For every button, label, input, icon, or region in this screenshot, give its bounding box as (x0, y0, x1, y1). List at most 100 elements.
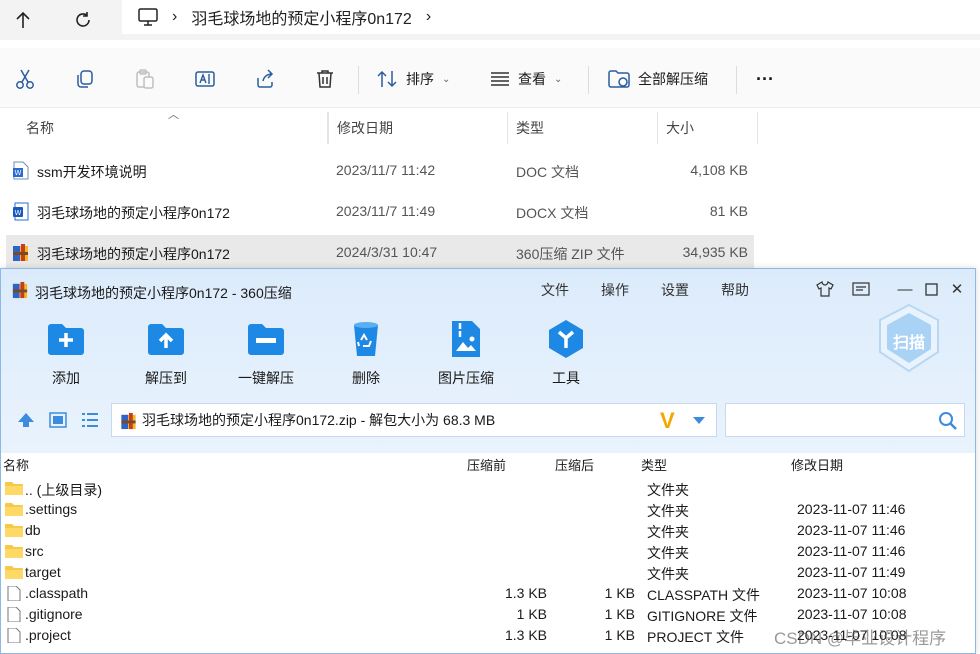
file-date: 2024/3/31 10:47 (336, 244, 438, 260)
tools-button[interactable]: 工具 (521, 319, 611, 389)
file-row[interactable]: W 羽毛球场地的预定小程序0n172 2023/11/7 11:49 DOCX … (6, 194, 754, 228)
add-button[interactable]: 添加 (21, 319, 111, 389)
view-icon (491, 72, 509, 86)
archive-row[interactable]: db 文件夹 2023-11-07 11:46 (1, 520, 975, 541)
zip-column-before[interactable]: 压缩前 (467, 455, 506, 474)
up-level-icon[interactable] (17, 412, 35, 431)
archive-row[interactable]: target 文件夹 2023-11-07 11:49 (1, 562, 975, 583)
column-header-date[interactable]: 修改日期 (328, 112, 508, 144)
chevron-right-icon[interactable]: › (172, 8, 177, 26)
scan-button[interactable]: 扫描 (877, 303, 941, 373)
v-brand-icon[interactable]: V (660, 408, 675, 434)
column-header-size[interactable]: 大小 (658, 112, 758, 144)
entry-type: 文件夹 (647, 545, 689, 561)
recycle-bin-icon (354, 322, 378, 356)
toolbar-divider (358, 66, 359, 94)
entry-size-before: 1.3 KB (504, 627, 547, 643)
chevron-right-icon[interactable]: › (426, 8, 431, 26)
entry-size-before: 1 KB (516, 606, 547, 622)
extract-all-button[interactable]: 全部解压缩 (608, 62, 708, 96)
rename-icon[interactable] (188, 62, 222, 96)
entry-name: .classpath (25, 585, 89, 601)
zip-archive-icon (121, 412, 136, 430)
entry-name: .project (25, 627, 71, 643)
breadcrumb-folder[interactable]: 羽毛球场地的预定小程序0n172 (191, 5, 412, 29)
extract-to-label: 解压到 (145, 370, 187, 386)
image-compress-button[interactable]: 图片压缩 (421, 319, 511, 389)
menu-operation[interactable]: 操作 (601, 280, 629, 300)
skin-icon[interactable] (813, 277, 837, 301)
zip-column-date[interactable]: 修改日期 (791, 455, 843, 474)
entry-name: db (25, 522, 41, 538)
view-button[interactable]: 查看 ⌄ (490, 62, 562, 96)
maximize-icon[interactable] (919, 277, 943, 301)
delete-button[interactable]: 删除 (321, 319, 411, 389)
one-click-extract-button[interactable]: 一键解压 (221, 319, 311, 389)
zip-archive-window: 羽毛球场地的预定小程序0n172 - 360压缩 文件 操作 设置 帮助 — ✕… (0, 268, 976, 654)
file-icon (7, 586, 21, 601)
this-pc-icon[interactable] (138, 8, 158, 26)
column-header-type[interactable]: 类型 (508, 112, 658, 144)
one-click-extract-icon (248, 324, 284, 355)
entry-type: 文件夹 (647, 524, 689, 540)
search-icon[interactable] (938, 411, 958, 431)
archive-row[interactable]: .gitignore 1 KB 1 KB GITIGNORE 文件 2023-1… (1, 604, 975, 625)
archive-row[interactable]: .classpath 1.3 KB 1 KB CLASSPATH 文件 2023… (1, 583, 975, 604)
image-compress-icon (452, 321, 480, 357)
sort-label: 排序 (406, 71, 434, 87)
column-header-name[interactable]: 名称 (18, 112, 328, 144)
message-icon[interactable] (849, 277, 873, 301)
list-view-icon[interactable] (81, 412, 99, 431)
file-icon (7, 607, 21, 622)
entry-date: 2023-11-07 10:08 (797, 606, 907, 622)
entry-size-after: 1 KB (604, 606, 635, 622)
more-options-button[interactable]: ··· (756, 62, 774, 96)
minimize-icon[interactable]: — (893, 277, 917, 301)
entry-size-after: 1 KB (604, 585, 635, 601)
entry-type: CLASSPATH 文件 (647, 587, 761, 603)
file-type: 360压缩 ZIP 文件 (516, 246, 625, 262)
entry-name: .. (上级目录) (25, 482, 102, 498)
close-icon[interactable]: ✕ (945, 277, 969, 301)
file-row-selected[interactable]: 羽毛球场地的预定小程序0n172 2024/3/31 10:47 360压缩 Z… (6, 235, 754, 269)
file-row[interactable]: W ssm开发环境说明 2023/11/7 11:42 DOC 文档 4,108… (6, 153, 754, 187)
archive-row[interactable]: .. (上级目录) 文件夹 (1, 478, 975, 499)
menu-file[interactable]: 文件 (541, 280, 569, 300)
toolbar-divider (588, 66, 589, 94)
dropdown-arrow-icon[interactable] (692, 412, 706, 428)
copy-icon[interactable] (68, 62, 102, 96)
one-click-extract-label: 一键解压 (238, 370, 294, 386)
archive-row[interactable]: .settings 文件夹 2023-11-07 11:46 (1, 499, 975, 520)
delete-icon[interactable] (308, 62, 342, 96)
menu-help[interactable]: 帮助 (721, 280, 749, 300)
zip-column-type[interactable]: 类型 (641, 455, 667, 474)
zip-column-after[interactable]: 压缩后 (555, 455, 594, 474)
refresh-icon[interactable] (66, 3, 100, 37)
archive-row[interactable]: src 文件夹 2023-11-07 11:46 (1, 541, 975, 562)
entry-name: target (25, 564, 61, 580)
menu-settings[interactable]: 设置 (661, 280, 689, 300)
word-doc-icon: W (13, 161, 29, 180)
entry-type: GITIGNORE 文件 (647, 608, 758, 624)
entry-type: 文件夹 (647, 566, 689, 582)
sort-button[interactable]: 排序 ⌄ (376, 62, 450, 96)
share-icon[interactable] (248, 62, 282, 96)
cut-icon[interactable] (8, 62, 42, 96)
zip-header: 羽毛球场地的预定小程序0n172 - 360压缩 文件 操作 设置 帮助 — ✕… (1, 269, 975, 453)
delete-label: 删除 (352, 370, 380, 386)
file-type: DOCX 文档 (516, 205, 589, 221)
archive-path-bar[interactable]: 羽毛球场地的预定小程序0n172.zip - 解包大小为 68.3 MB V (111, 403, 717, 437)
file-name: ssm开发环境说明 (37, 164, 147, 180)
file-date: 2023/11/7 11:42 (336, 162, 436, 178)
search-input[interactable] (725, 403, 965, 437)
folder-icon (5, 566, 23, 579)
address-bar[interactable]: › 羽毛球场地的预定小程序0n172 › (122, 0, 980, 34)
paste-icon[interactable] (128, 62, 162, 96)
image-compress-label: 图片压缩 (438, 370, 494, 386)
up-arrow-icon[interactable] (6, 3, 40, 37)
entry-size-before: 1.3 KB (504, 585, 547, 601)
entry-type: 文件夹 (647, 482, 689, 498)
zip-column-name[interactable]: 名称 (3, 455, 29, 474)
extract-to-button[interactable]: 解压到 (121, 319, 211, 389)
thumbnail-view-icon[interactable] (49, 412, 67, 431)
